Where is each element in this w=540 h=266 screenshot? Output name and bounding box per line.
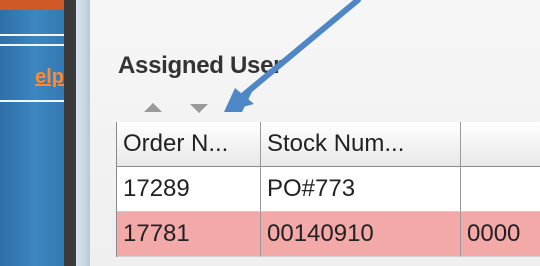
sidebar-divider bbox=[0, 34, 64, 36]
navigation-sidebar: elp bbox=[0, 0, 64, 266]
table-cell bbox=[461, 167, 540, 212]
window-frame-divider bbox=[64, 0, 76, 266]
assigned-user-table: Order N... Stock Num... 17289 PO#773 177… bbox=[116, 122, 540, 257]
column-header-extra[interactable] bbox=[461, 122, 540, 167]
table-cell: PO#773 bbox=[261, 167, 461, 212]
sidebar-top-tab[interactable] bbox=[0, 0, 64, 10]
table-cell: 17289 bbox=[117, 167, 261, 212]
table-cell: 00140910 bbox=[261, 212, 461, 257]
table-cell: 0000 bbox=[461, 212, 540, 257]
sidebar-divider bbox=[0, 100, 64, 102]
section-title: Assigned User bbox=[118, 52, 283, 79]
table-row-highlighted[interactable]: 17781 00140910 0000 bbox=[117, 212, 540, 257]
column-header-stock-number[interactable]: Stock Num... bbox=[261, 122, 461, 167]
table-header-row: Order N... Stock Num... bbox=[117, 122, 540, 167]
screenshot-stage: elp Assigned User Order N... Stock Num..… bbox=[0, 0, 540, 266]
sidebar-divider bbox=[0, 44, 64, 46]
column-header-order-number[interactable]: Order N... bbox=[117, 122, 261, 167]
window-frame-border bbox=[76, 0, 90, 266]
table-row[interactable]: 17289 PO#773 bbox=[117, 167, 540, 212]
table-cell: 17781 bbox=[117, 212, 261, 257]
help-link[interactable]: elp bbox=[0, 65, 64, 89]
sort-up-icon[interactable] bbox=[144, 103, 162, 112]
sort-down-icon[interactable] bbox=[190, 104, 208, 113]
